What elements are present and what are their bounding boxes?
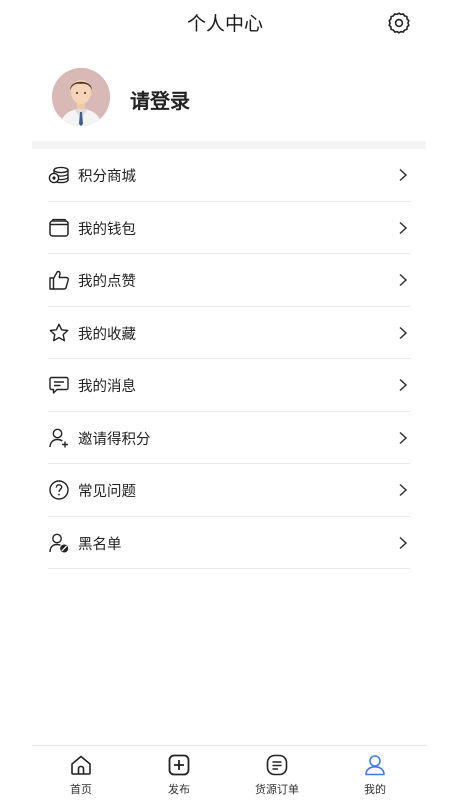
login-prompt[interactable]: 请登录: [130, 85, 190, 114]
star-icon: [48, 322, 70, 344]
menu-item-label: 我的收藏: [78, 326, 136, 343]
chevron-right-icon: [398, 326, 408, 340]
header-bar: 个人中心: [0, 0, 450, 44]
order-list-icon: [265, 753, 289, 777]
message-icon: [48, 374, 70, 396]
avatar[interactable]: [52, 68, 110, 126]
invite-user-icon: [48, 427, 70, 449]
tab-label: 首页: [70, 783, 92, 796]
chevron-right-icon: [398, 536, 408, 550]
section-divider: [32, 141, 426, 149]
user-icon: [363, 753, 387, 777]
wallet-icon: [48, 217, 70, 239]
chevron-right-icon: [398, 221, 408, 235]
avatar-image: [52, 68, 110, 126]
chevron-right-icon: [398, 431, 408, 445]
chevron-right-icon: [398, 378, 408, 392]
blacklist-user-icon: [48, 532, 70, 554]
gear-icon: [388, 12, 410, 34]
menu-item-label: 积分商城: [78, 169, 136, 185]
menu-item-faq[interactable]: 常见问题: [48, 464, 410, 517]
chevron-right-icon: [398, 483, 408, 497]
tab-mine[interactable]: 我的: [326, 746, 424, 800]
menu-item-invite[interactable]: 邀请得积分: [48, 412, 410, 464]
menu-item-label: 常见问题: [78, 484, 136, 500]
settings-button[interactable]: [386, 10, 412, 36]
tab-label: 我的: [364, 783, 386, 796]
menu-item-messages[interactable]: 我的消息: [48, 359, 410, 412]
tab-label: 发布: [168, 783, 190, 796]
points-mall-icon: [48, 164, 70, 186]
question-icon: [48, 479, 70, 501]
menu-item-label: 我的消息: [78, 379, 136, 395]
plus-square-icon: [167, 753, 191, 777]
tab-label: 货源订单: [255, 783, 299, 796]
chevron-right-icon: [398, 273, 408, 287]
menu-item-blacklist[interactable]: 黑名单: [48, 517, 410, 569]
menu-item-favorites[interactable]: 我的收藏: [48, 307, 410, 359]
menu-item-label: 我的钱包: [78, 221, 136, 238]
tab-orders[interactable]: 货源订单: [228, 746, 326, 800]
page-title: 个人中心: [186, 13, 263, 35]
menu-item-likes[interactable]: 我的点赞: [48, 254, 410, 307]
thumbs-up-icon: [48, 269, 70, 291]
profile-section[interactable]: 请登录: [0, 66, 450, 130]
chevron-right-icon: [398, 168, 408, 182]
menu-item-wallet[interactable]: 我的钱包: [48, 202, 410, 254]
menu-item-points-mall[interactable]: 积分商城: [48, 149, 410, 202]
tab-home[interactable]: 首页: [32, 746, 130, 800]
menu-list: 积分商城 我的钱包 我的点赞 我的收藏 我的消息 邀请得积分 常见问题 黑名单: [48, 149, 410, 569]
menu-item-label: 黑名单: [78, 536, 122, 553]
home-icon: [69, 753, 93, 777]
menu-item-label: 邀请得积分: [78, 431, 151, 448]
bottom-tab-bar: 首页 发布 货源订单 我的: [32, 745, 426, 800]
menu-item-label: 我的点赞: [78, 274, 136, 290]
tab-publish[interactable]: 发布: [130, 746, 228, 800]
